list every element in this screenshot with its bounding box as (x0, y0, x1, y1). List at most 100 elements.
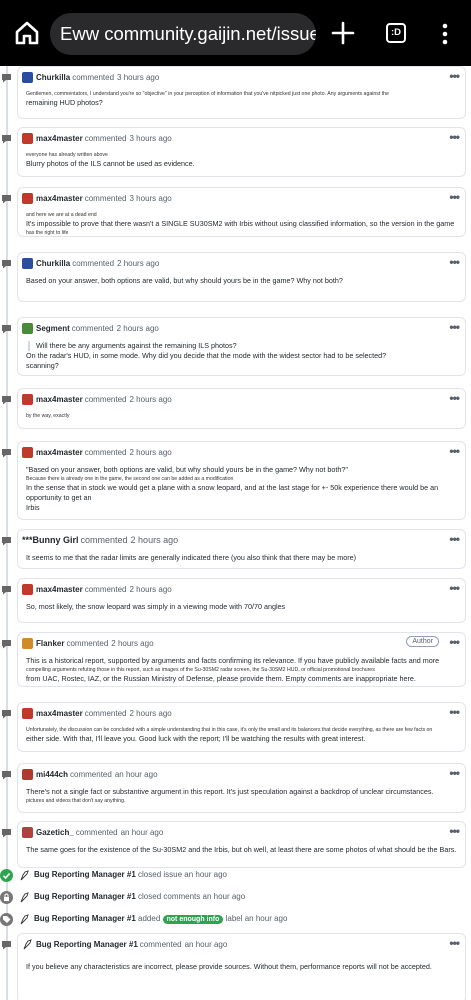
comment-author[interactable]: Segment (36, 324, 70, 333)
comment-timestamp[interactable]: an hour ago (185, 940, 228, 949)
timeline-comment: Churkilla commented 2 hours ago ••• Based on… (0, 252, 471, 305)
bot-avatar-icon[interactable] (19, 870, 30, 881)
comment-author[interactable]: Bug Reporting Manager #1 (36, 940, 138, 949)
avatar[interactable] (22, 768, 33, 780)
comment-timestamp[interactable]: 2 hours ago (130, 448, 172, 457)
comment-header: max4master commented 3 hours ago (18, 188, 465, 208)
avatar[interactable] (22, 71, 33, 83)
new-tab-icon[interactable] (331, 21, 355, 45)
more-options-icon[interactable]: ••• (449, 705, 460, 719)
comment-bubble-icon (1, 445, 12, 458)
comment-card: Churkilla commented 3 hours ago ••• Gentleme… (17, 66, 466, 119)
comment-verb: commented (84, 394, 127, 404)
event-author[interactable]: Bug Reporting Manager #1 (34, 914, 136, 923)
kebab-menu-icon[interactable] (440, 22, 450, 46)
comment-header: Churkilla commented 2 hours ago (18, 253, 465, 273)
comment-bubble-icon (1, 70, 12, 83)
comment-author[interactable]: max4master (36, 194, 83, 203)
comment-timestamp[interactable]: an hour ago (115, 770, 158, 779)
comment-author[interactable]: mi444ch (36, 770, 68, 779)
label-not-enough-info[interactable]: not enough info (162, 915, 224, 924)
comment-author[interactable]: max4master (36, 448, 83, 457)
comment-card: max4master commented 2 hours ago ••• "Based … (17, 441, 466, 520)
tag-icon (0, 913, 13, 926)
comment-author[interactable]: ***Bunny Girl (22, 535, 79, 545)
url-bar[interactable]: Eww community.gaijin.net/issues/ (50, 13, 316, 55)
comment-author[interactable]: Flanker (36, 639, 64, 648)
avatar[interactable] (22, 132, 33, 144)
comment-bubble-icon (1, 706, 12, 719)
comment-timestamp[interactable]: 3 hours ago (130, 134, 172, 143)
comment-text: has the right to life (26, 230, 69, 236)
comment-author[interactable]: Gazetich_ (36, 828, 74, 837)
comment-timestamp[interactable]: 3 hours ago (130, 194, 172, 203)
more-options-icon[interactable]: ••• (449, 69, 460, 83)
avatar[interactable] (22, 192, 33, 204)
author-badge: Author (406, 636, 439, 647)
home-icon[interactable] (14, 20, 40, 46)
comment-text: If you believe any characteristics are i… (26, 962, 432, 971)
more-options-icon[interactable]: ••• (449, 532, 460, 546)
more-options-icon[interactable]: ••• (449, 581, 460, 595)
event-author[interactable]: Bug Reporting Manager #1 (34, 892, 136, 901)
comment-body: It seems to me that the radar limits are… (18, 550, 465, 567)
comment-timestamp[interactable]: 2 hours ago (130, 585, 172, 594)
comment-card: max4master commented 2 hours ago ••• by the … (17, 388, 466, 429)
more-options-icon[interactable]: ••• (449, 255, 460, 269)
comment-verb: commented (72, 258, 115, 268)
comment-author[interactable]: Churkilla (36, 73, 70, 82)
avatar[interactable] (22, 707, 33, 719)
comment-author[interactable]: max4master (36, 395, 83, 404)
comment-text: On the radar's HUD, in some mode. Why di… (26, 351, 387, 360)
more-options-icon[interactable]: ••• (449, 130, 460, 144)
comment-timestamp[interactable]: 2 hours ago (130, 395, 172, 404)
bot-avatar-icon[interactable] (19, 914, 30, 925)
comment-text: compelling arguments refuting those in t… (26, 667, 375, 673)
comment-timestamp[interactable]: 2 hours ago (117, 324, 159, 333)
comment-text: So, most likely, the snow leopard was si… (26, 602, 286, 611)
avatar[interactable] (22, 583, 33, 595)
comment-text: "Based on your answer, both options are … (26, 465, 348, 474)
timeline-event: Bug Reporting Manager #1 closed comments… (0, 887, 471, 907)
comment-author[interactable]: max4master (36, 585, 83, 594)
comment-timestamp[interactable]: 2 hours ago (131, 535, 179, 545)
avatar[interactable] (22, 393, 33, 405)
comment-timestamp[interactable]: 2 hours ago (117, 259, 159, 268)
more-options-icon[interactable]: ••• (449, 391, 460, 405)
comment-timestamp[interactable]: 2 hours ago (130, 709, 172, 718)
avatar[interactable] (22, 446, 33, 458)
comment-text: remaining HUD photos? (26, 98, 103, 107)
comment-header: mi444ch commented an hour ago (18, 764, 465, 784)
timeline-comment: Churkilla commented 3 hours ago ••• Gentleme… (0, 66, 471, 122)
bot-avatar-icon[interactable] (19, 892, 30, 903)
more-options-icon[interactable]: ••• (449, 635, 460, 649)
comment-header: ***Bunny Girl commented 2 hours ago (18, 530, 465, 550)
timeline-comment: Bug Reporting Manager #1 commented an hour… (0, 933, 471, 1000)
timeline-comment: max4master commented 2 hours ago ••• Unfortu… (0, 702, 471, 755)
comment-author[interactable]: max4master (36, 134, 83, 143)
comment-bubble-icon (1, 636, 12, 649)
comment-verb: commented (84, 584, 127, 594)
more-options-icon[interactable]: ••• (449, 824, 460, 838)
more-options-icon[interactable]: ••• (449, 936, 460, 950)
avatar[interactable] (22, 257, 33, 269)
comment-author[interactable]: max4master (36, 709, 83, 718)
avatar[interactable] (22, 322, 33, 334)
comment-timestamp[interactable]: 3 hours ago (117, 73, 159, 82)
more-options-icon[interactable]: ••• (449, 190, 460, 204)
comment-author[interactable]: Churkilla (36, 259, 70, 268)
more-options-icon[interactable]: ••• (449, 444, 460, 458)
more-options-icon[interactable]: ••• (449, 320, 460, 334)
comment-timestamp[interactable]: an hour ago (121, 828, 164, 837)
tab-switcher-button[interactable]: :D (386, 23, 406, 43)
comment-verb: commented (75, 827, 118, 837)
avatar[interactable] (22, 637, 33, 649)
avatar[interactable] (22, 826, 33, 838)
event-author[interactable]: Bug Reporting Manager #1 (34, 870, 136, 879)
comment-text: Based on your answer, both options are v… (26, 276, 343, 285)
more-options-icon[interactable]: ••• (449, 766, 460, 780)
comment-timestamp[interactable]: 2 hours ago (111, 639, 153, 648)
event-text: Bug Reporting Manager #1 added not enoug… (34, 914, 287, 924)
comment-text: by the way, exactly (26, 413, 70, 419)
bot-avatar-icon[interactable] (22, 938, 33, 950)
